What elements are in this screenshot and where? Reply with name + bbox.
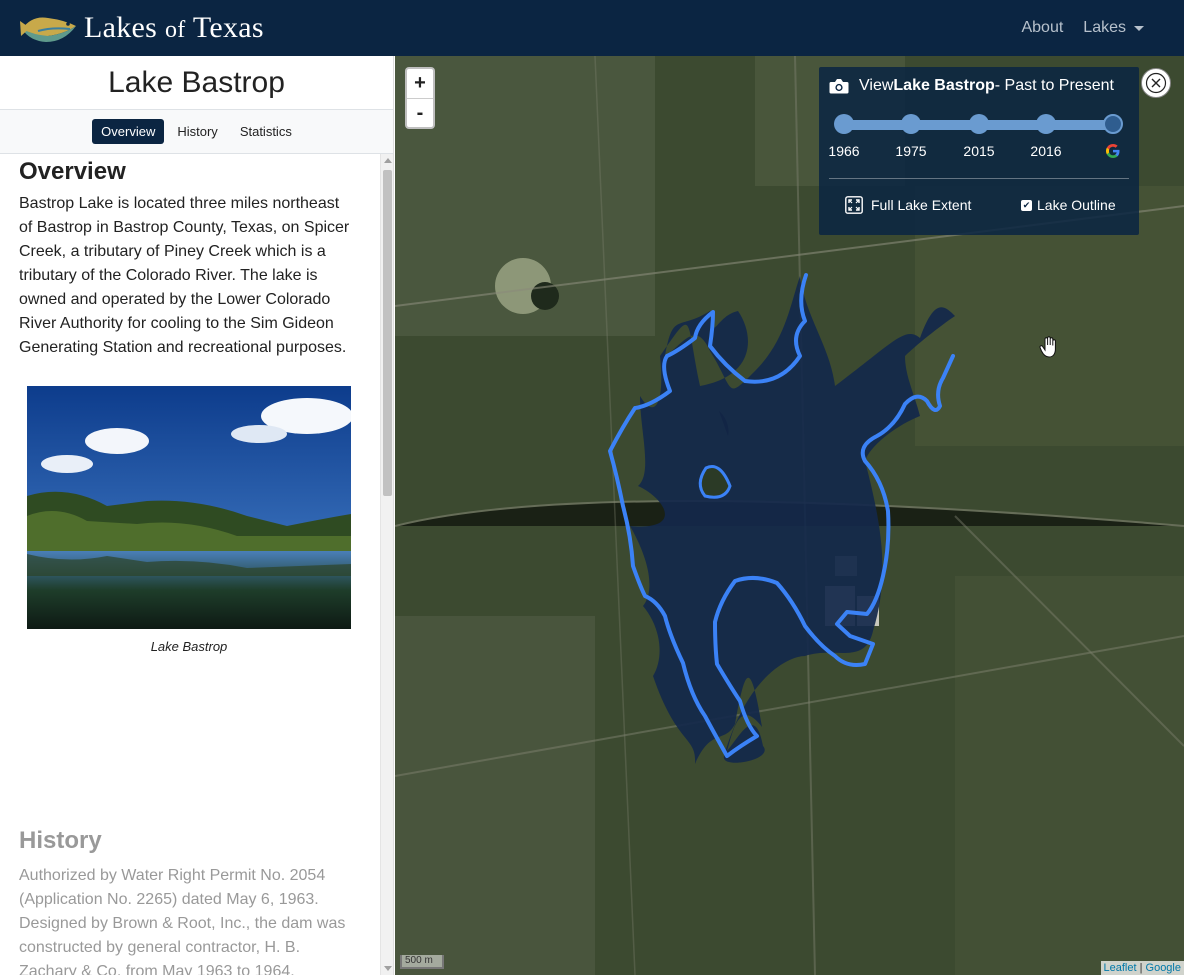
- tab-history[interactable]: History: [168, 119, 226, 144]
- lake-photo-figure: Lake Bastrop: [27, 386, 351, 654]
- nav-lakes-label: Lakes: [1083, 19, 1126, 36]
- expand-icon: [845, 196, 863, 214]
- year-label-1975: 1975: [895, 143, 927, 159]
- nav-lakes-dropdown[interactable]: Lakes: [1083, 19, 1144, 37]
- caret-down-icon: [1134, 25, 1144, 31]
- top-navbar: Lakes of Texas About Lakes: [0, 0, 1184, 56]
- history-text: Authorized by Water Right Permit No. 205…: [19, 867, 346, 975]
- brand-word-texas: Texas: [192, 11, 264, 44]
- google-link[interactable]: Google: [1146, 962, 1181, 974]
- camera-icon: [829, 79, 849, 94]
- lake-photo: [27, 386, 351, 629]
- panel-prefix: View: [859, 77, 894, 94]
- overview-text: Bastrop Lake is located three miles nort…: [19, 195, 350, 356]
- tab-overview[interactable]: Overview: [92, 119, 165, 144]
- scroll-up-arrow-icon[interactable]: [384, 158, 392, 163]
- timeline-knob-1966[interactable]: [834, 114, 854, 134]
- timeline-knob-2016[interactable]: [1036, 114, 1056, 134]
- nav-about-link[interactable]: About: [1021, 19, 1063, 37]
- lake-outline-toggle[interactable]: ✔ Lake Outline: [1021, 197, 1116, 213]
- timeline-knob-google[interactable]: [1103, 114, 1123, 134]
- hand-cursor-icon: [1039, 336, 1056, 358]
- leaflet-link[interactable]: Leaflet: [1104, 962, 1137, 974]
- full-extent-label: Full Lake Extent: [871, 197, 972, 213]
- tab-statistics[interactable]: Statistics: [231, 119, 301, 144]
- brand-word-lakes: Lakes: [84, 11, 158, 44]
- panel-divider: [829, 178, 1129, 179]
- fish-logo-icon: [20, 17, 76, 42]
- map-attribution: Leaflet | Google: [1100, 961, 1184, 975]
- zoom-in-button[interactable]: +: [407, 69, 433, 98]
- panel-suffix: - Past to Present: [994, 77, 1114, 94]
- panel-lake-name: Lake Bastrop: [893, 77, 995, 94]
- scroll-down-arrow-icon[interactable]: [384, 966, 392, 971]
- close-icon: [1145, 72, 1167, 94]
- lake-title: Lake Bastrop: [0, 56, 393, 110]
- nav-links: About Lakes: [1021, 0, 1144, 56]
- year-label-2015: 2015: [963, 143, 995, 159]
- timeline-knob-1975[interactable]: [901, 114, 921, 134]
- sidebar-tabs: Overview History Statistics: [0, 110, 393, 154]
- map-view[interactable]: + - View Lake Bastrop - Past to Present …: [395, 56, 1184, 975]
- timeline-panel-header: View Lake Bastrop - Past to Present: [829, 77, 1114, 95]
- brand-title: Lakes of Texas: [84, 11, 264, 45]
- sidebar: Lake Bastrop Overview History Statistics…: [0, 56, 394, 975]
- zoom-control: + -: [405, 67, 435, 129]
- year-label-1966: 1966: [828, 143, 860, 159]
- close-panel-button[interactable]: [1141, 68, 1171, 98]
- map-scale: 500 m: [400, 955, 444, 969]
- timeline-panel: View Lake Bastrop - Past to Present 1966…: [819, 67, 1139, 235]
- nav-about-label: About: [1021, 19, 1064, 36]
- photo-caption: Lake Bastrop: [150, 639, 228, 654]
- year-label-2016: 2016: [1030, 143, 1062, 159]
- scrollbar-thumb[interactable]: [383, 170, 392, 496]
- history-heading: History: [19, 827, 102, 854]
- overview-heading: Overview: [19, 158, 126, 185]
- full-extent-button[interactable]: Full Lake Extent: [845, 196, 971, 214]
- lake-outline-label: Lake Outline: [1037, 197, 1116, 213]
- google-icon: [1106, 144, 1120, 158]
- brand-logo-link[interactable]: Lakes of Texas: [18, 9, 264, 47]
- zoom-out-button[interactable]: -: [407, 98, 433, 127]
- timeline-knob-2015[interactable]: [969, 114, 989, 134]
- brand-word-of: of: [164, 17, 186, 43]
- lake-outline-checkbox[interactable]: ✔: [1021, 199, 1032, 211]
- sidebar-content[interactable]: Overview Bastrop Lake is located three m…: [0, 154, 380, 975]
- attribution-separator: |: [1136, 962, 1146, 974]
- sidebar-scrollbar[interactable]: [380, 154, 393, 975]
